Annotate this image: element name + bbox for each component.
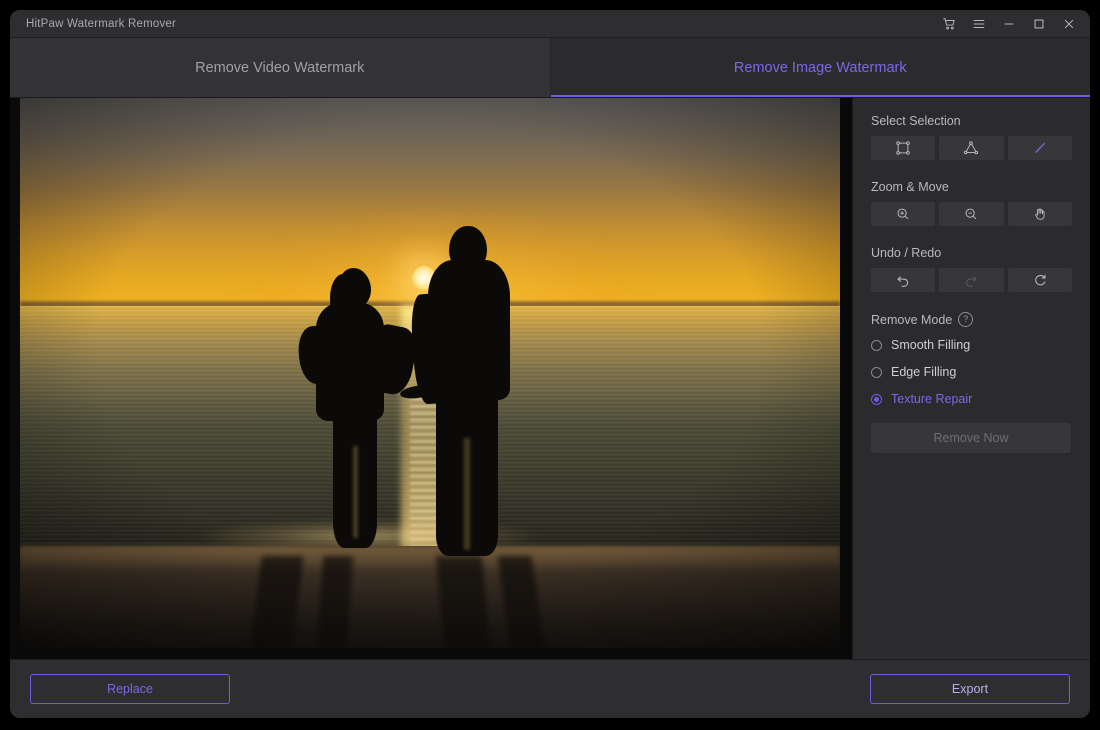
radio-indicator [871, 339, 882, 351]
undo-redo-title: Undo / Redo [871, 246, 942, 260]
minimize-icon[interactable] [994, 11, 1024, 36]
wet-sand [20, 546, 840, 572]
tab-label: Remove Video Watermark [195, 59, 365, 76]
app-window: HitPaw Watermark Remover Remove Video Wa… [10, 10, 1090, 718]
radio-indicator [871, 393, 882, 405]
footer-bar: Replace Export [10, 659, 1090, 718]
select-selection-title: Select Selection [871, 114, 961, 128]
preview-image[interactable] [20, 98, 840, 648]
maximize-icon[interactable] [1024, 11, 1054, 36]
polygon-select-icon[interactable] [939, 136, 1004, 160]
zoom-move-title: Zoom & Move [871, 180, 949, 194]
zoom-in-icon[interactable] [871, 202, 936, 226]
export-button[interactable]: Export [870, 674, 1070, 704]
zoom-move-tools [871, 202, 1072, 226]
cart-icon[interactable] [934, 11, 964, 36]
brush-select-icon[interactable] [1007, 136, 1072, 160]
image-canvas[interactable] [10, 98, 852, 659]
tab-remove-video-watermark[interactable]: Remove Video Watermark [10, 38, 551, 98]
radio-edge-filling[interactable]: Edge Filling [871, 365, 1072, 379]
redo-icon[interactable] [939, 268, 1004, 292]
menu-icon[interactable] [964, 11, 994, 36]
radio-smooth-filling[interactable]: Smooth Filling [871, 338, 1072, 352]
select-selection-tools [871, 136, 1072, 160]
pan-hand-icon[interactable] [1007, 202, 1072, 226]
rectangle-select-icon[interactable] [871, 136, 936, 160]
radio-indicator [871, 366, 882, 378]
tab-remove-image-watermark[interactable]: Remove Image Watermark [550, 38, 1090, 98]
radio-label: Texture Repair [891, 392, 973, 406]
reset-icon[interactable] [1007, 268, 1072, 292]
replace-button[interactable]: Replace [30, 674, 230, 704]
remove-mode-label: Remove Mode [871, 312, 953, 327]
woman-leg-gap [353, 446, 358, 538]
figure-shadow [435, 556, 491, 648]
help-circle-icon[interactable]: ? [958, 312, 974, 327]
radio-label: Edge Filling [891, 365, 957, 379]
tools-panel: Select Selection Zoom & Move Undo / Redo… [852, 98, 1090, 659]
body-area: Select Selection Zoom & Move Undo / Redo… [10, 98, 1090, 659]
woman-silhouette-head [337, 268, 371, 308]
radio-label: Smooth Filling [891, 338, 971, 352]
undo-redo-tools [871, 268, 1072, 292]
title-bar: HitPaw Watermark Remover [10, 10, 1090, 38]
zoom-out-icon[interactable] [939, 202, 1004, 226]
undo-icon[interactable] [871, 268, 936, 292]
tab-label: Remove Image Watermark [733, 59, 907, 76]
man-leg-gap [464, 438, 470, 550]
app-title: HitPaw Watermark Remover [26, 17, 177, 30]
man-silhouette-head [449, 226, 487, 272]
window-controls [934, 11, 1084, 36]
radio-texture-repair[interactable]: Texture Repair [871, 392, 1072, 406]
close-icon[interactable] [1054, 11, 1084, 36]
tab-bar: Remove Video Watermark Remove Image Wate… [10, 38, 1090, 98]
remove-now-button[interactable]: Remove Now [871, 423, 1071, 453]
remove-mode-title: Remove Mode ? [871, 312, 1072, 327]
